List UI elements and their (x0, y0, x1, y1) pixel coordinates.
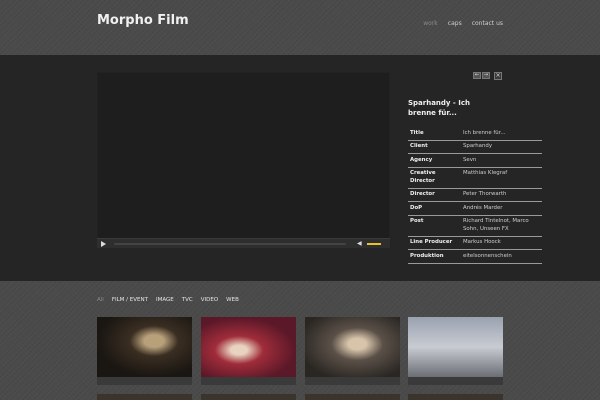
volume-icon[interactable]: ◀ (357, 241, 362, 247)
credits-table: Title Ich brenne für... Client Sparhandy A… (408, 127, 542, 264)
credit-value: Peter Thorwarth (461, 188, 542, 202)
project-thumbnail[interactable] (408, 317, 503, 385)
progress-bar[interactable] (114, 243, 346, 245)
project-thumbnail[interactable] (97, 317, 192, 385)
project-stage: ◀ ← → × Sparhandy - Ich brenne für... Ti… (0, 55, 600, 281)
credit-value: Andrés Marder (461, 201, 542, 216)
filter-video[interactable]: VIDEO (201, 297, 218, 303)
credit-value: Matthias Klegraf (461, 167, 542, 189)
project-thumbnail[interactable] (97, 394, 192, 400)
credit-value: Ich brenne für... (461, 127, 542, 141)
category-filters: All FILM / EVENT IMAGE TVC VIDEO WEB (97, 297, 239, 303)
table-row: Post Richard Tintelnot, Marco Sohn, Unsee… (408, 215, 542, 237)
credit-value: eitelsonnenschein (461, 249, 542, 264)
credit-key: Creative Director (408, 167, 461, 189)
project-thumbnail[interactable] (305, 394, 400, 400)
next-button[interactable]: → (482, 72, 490, 79)
nav-work[interactable]: work (423, 20, 438, 27)
project-thumbnail[interactable] (408, 394, 503, 400)
table-row: Creative Director Matthias Klegraf (408, 167, 542, 189)
credit-value: Sparhandy (461, 140, 542, 154)
project-thumbnail[interactable] (305, 317, 400, 385)
video-player[interactable]: ◀ (97, 72, 390, 248)
main-nav: work caps contact us (423, 20, 503, 27)
credit-key: Title (408, 127, 461, 141)
project-thumbnail[interactable] (201, 394, 296, 400)
table-row: Title Ich brenne für... (408, 127, 542, 141)
nav-contact[interactable]: contact us (472, 20, 503, 27)
table-row: Line Producer Markus Hoock (408, 236, 542, 250)
site-logo[interactable]: Morpho Film (97, 13, 189, 28)
table-row: Director Peter Thorwarth (408, 188, 542, 202)
prev-button[interactable]: ← (473, 72, 481, 79)
close-icon[interactable]: × (494, 72, 502, 80)
filter-all[interactable]: All (97, 297, 104, 303)
volume-slider[interactable] (367, 243, 381, 245)
project-pager: ← → (473, 72, 490, 79)
credit-key: Director (408, 188, 461, 202)
site-header: Morpho Film work caps contact us (0, 0, 600, 55)
credit-value: Sevn (461, 153, 542, 168)
credit-key: Client (408, 140, 461, 154)
play-icon[interactable] (101, 241, 106, 247)
player-controls: ◀ (97, 238, 390, 248)
table-row: DoP Andrés Marder (408, 201, 542, 216)
credit-key: Produktion (408, 249, 461, 264)
credit-key: Post (408, 215, 461, 237)
nav-caps[interactable]: caps (448, 20, 462, 27)
project-title: Sparhandy - Ich brenne für... (408, 99, 471, 117)
table-row: Agency Sevn (408, 153, 542, 168)
credit-value: Markus Hoock (461, 236, 542, 250)
filter-tvc[interactable]: TVC (182, 297, 193, 303)
table-row: Produktion eitelsonnenschein (408, 249, 542, 264)
filter-web[interactable]: WEB (226, 297, 239, 303)
project-thumbnail[interactable] (201, 317, 296, 385)
credit-value: Richard Tintelnot, Marco Sohn, Unseen FX (461, 215, 542, 237)
thumbnail-image (305, 317, 400, 377)
table-row: Client Sparhandy (408, 140, 542, 154)
thumbnail-image (408, 317, 503, 377)
credit-key: DoP (408, 201, 461, 216)
credit-key: Line Producer (408, 236, 461, 250)
thumbnail-image (97, 317, 192, 377)
filter-film-event[interactable]: FILM / EVENT (112, 297, 148, 303)
credit-key: Agency (408, 153, 461, 168)
thumbnail-image (201, 317, 296, 377)
filter-image[interactable]: IMAGE (156, 297, 174, 303)
